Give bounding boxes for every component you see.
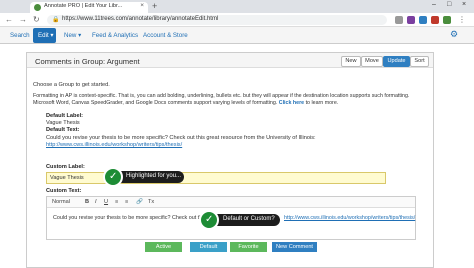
editor-toolbar: Normal B I U ≡ ≡ 🔗 Tx bbox=[47, 197, 415, 208]
app-navbar: Search Edit ▾ New ▾ Feed & Analytics Acc… bbox=[0, 27, 474, 44]
extension-icon[interactable] bbox=[443, 16, 451, 24]
new-button[interactable]: New bbox=[341, 56, 361, 67]
tab-title: Annotate PRO | Edit Your Libr... bbox=[44, 3, 123, 9]
info-line-2-end: to learn more. bbox=[305, 100, 339, 106]
active-button[interactable]: Active bbox=[145, 242, 182, 252]
update-button[interactable]: Update bbox=[383, 56, 410, 67]
info-line-2: Microsoft Word, Canvas SpeedGrader, and … bbox=[33, 100, 338, 106]
italic-icon[interactable]: I bbox=[95, 199, 97, 205]
link-icon[interactable]: 🔗 bbox=[136, 199, 143, 205]
favorite-button[interactable]: Favorite bbox=[230, 242, 267, 252]
sort-button[interactable]: Sort bbox=[410, 56, 429, 67]
default-button[interactable]: Default bbox=[190, 242, 227, 252]
nav-edit-label: Edit ▾ bbox=[38, 32, 54, 39]
extension-icon[interactable] bbox=[431, 16, 439, 24]
info-line-2-text: Microsoft Word, Canvas SpeedGrader, and … bbox=[33, 100, 278, 106]
minimize-button[interactable]: – bbox=[432, 1, 436, 8]
default-text-heading: Default Text: bbox=[46, 127, 80, 133]
default-label-value: Vague Thesis bbox=[46, 120, 80, 126]
extension-icon[interactable] bbox=[407, 16, 415, 24]
default-custom-callout: Default or Custom? bbox=[210, 214, 280, 226]
new-tab-button[interactable]: + bbox=[152, 1, 157, 11]
bullet-list-icon[interactable]: ≡ bbox=[125, 199, 128, 205]
address-bar: ← → ↻ 🔒 https://www.11trees.com/annotate… bbox=[0, 13, 474, 27]
format-dropdown[interactable]: Normal bbox=[52, 199, 70, 205]
url-field[interactable]: 🔒 https://www.11trees.com/annotate/libra… bbox=[47, 15, 387, 25]
bold-icon[interactable]: B bbox=[85, 199, 89, 205]
nav-new[interactable]: New ▾ bbox=[64, 32, 81, 39]
close-window-button[interactable]: × bbox=[462, 1, 466, 8]
highlight-callout-text: Highlighted for you... bbox=[126, 173, 182, 179]
back-icon[interactable]: ← bbox=[5, 15, 13, 24]
extension-icon[interactable] bbox=[419, 16, 427, 24]
default-custom-callout-text: Default or Custom? bbox=[223, 216, 275, 222]
browser-tab[interactable]: Annotate PRO | Edit Your Libr... × bbox=[30, 2, 148, 13]
custom-label-heading: Custom Label: bbox=[46, 164, 85, 170]
default-text-value: Could you revise your thesis to be more … bbox=[46, 135, 316, 141]
check-icon: ✓ bbox=[103, 167, 123, 187]
intro-text: Choose a Group to get started. bbox=[33, 82, 110, 88]
favicon-icon bbox=[34, 4, 41, 11]
lock-icon: 🔒 bbox=[52, 17, 60, 23]
panel-header: Comments in Group: Argument New Move Upd… bbox=[27, 53, 433, 68]
settings-gear-icon[interactable]: ⚙ bbox=[450, 29, 458, 40]
default-label-heading: Default Label: bbox=[46, 113, 83, 119]
underline-icon[interactable]: U bbox=[104, 199, 108, 205]
panel-title: Comments in Group: Argument bbox=[35, 57, 140, 66]
nav-feed-analytics[interactable]: Feed & Analytics bbox=[92, 32, 138, 39]
move-button[interactable]: Move bbox=[361, 56, 383, 67]
ordered-list-icon[interactable]: ≡ bbox=[115, 199, 118, 205]
custom-text-url[interactable]: http://www.cws.illinois.edu/workshop/wri… bbox=[284, 215, 415, 221]
browser-menu-icon[interactable]: ⋮ bbox=[458, 15, 466, 24]
forward-icon[interactable]: → bbox=[19, 15, 27, 24]
custom-label-value: Vague Thesis bbox=[50, 175, 84, 181]
info-line-1: Formatting in AP is context-specific. Th… bbox=[33, 93, 410, 99]
bookmark-star-icon[interactable] bbox=[395, 16, 403, 24]
custom-text-heading: Custom Text: bbox=[46, 188, 82, 194]
check-icon: ✓ bbox=[199, 210, 219, 230]
default-text-url[interactable]: http://www.cws.illinois.edu/workshop/wri… bbox=[46, 142, 182, 148]
nav-search[interactable]: Search bbox=[10, 32, 30, 39]
maximize-button[interactable]: □ bbox=[447, 1, 451, 8]
new-comment-button[interactable]: New Comment bbox=[272, 242, 317, 252]
nav-edit-button[interactable]: Edit ▾ bbox=[33, 28, 56, 43]
click-here-link[interactable]: Click here bbox=[279, 100, 304, 106]
tab-close-icon[interactable]: × bbox=[140, 2, 144, 9]
browser-tab-strip: Annotate PRO | Edit Your Libr... × + – □… bbox=[0, 0, 474, 13]
url-text: https://www.11trees.com/annotate/library… bbox=[62, 16, 219, 22]
custom-label-input[interactable]: Vague Thesis bbox=[46, 172, 386, 184]
clear-format-icon[interactable]: Tx bbox=[148, 199, 154, 205]
reload-icon[interactable]: ↻ bbox=[33, 15, 40, 24]
nav-account-store[interactable]: Account & Store bbox=[143, 32, 188, 39]
